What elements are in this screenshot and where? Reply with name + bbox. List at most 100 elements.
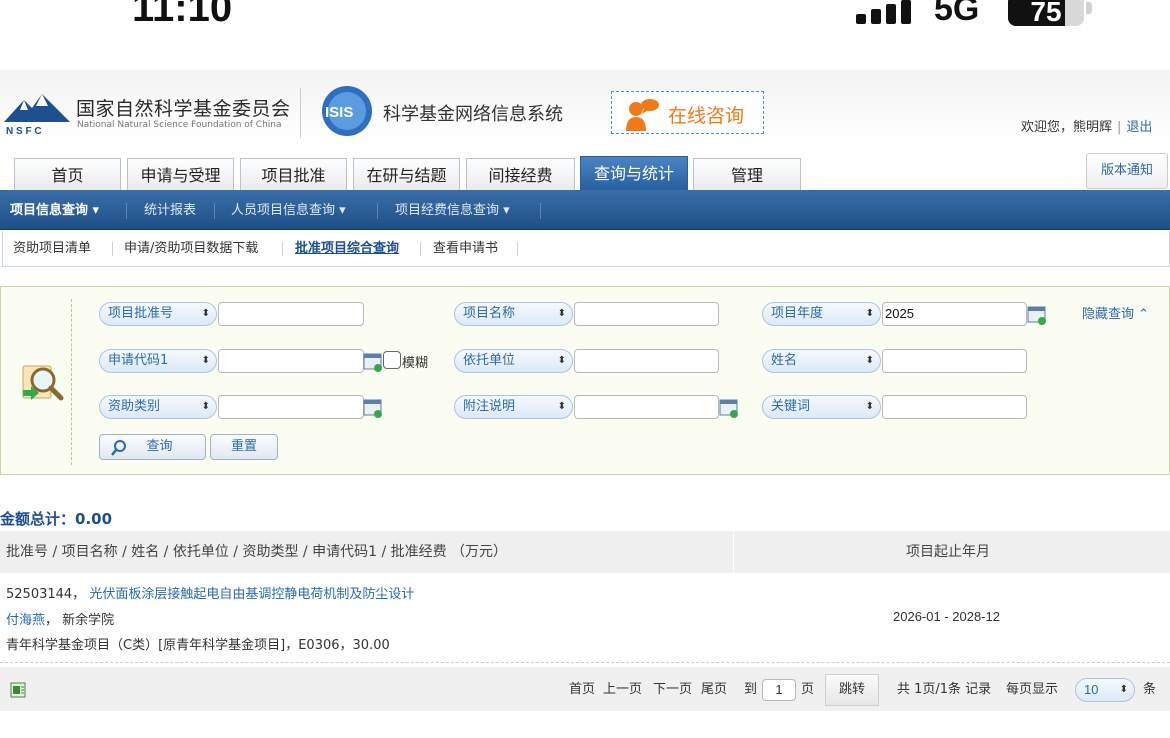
fuzzy-checkbox[interactable] [383,351,401,369]
updown-icon: ⬍ [865,355,874,366]
select-apply-code-label: 申请代码1 [108,353,169,368]
status-bar: 11:10 5G 75 [0,0,1170,70]
subnav-fund-query[interactable]: 项目经费信息查询 ▾ [395,190,510,230]
input-remark[interactable] [574,395,719,419]
subnav-person-query-label: 人员项目信息查询 [231,203,336,218]
calendar-picker-icon[interactable] [1027,305,1047,325]
page-number-input[interactable]: 1 [762,679,796,701]
input-grant-no[interactable] [218,302,364,326]
subnav-divider [126,203,127,219]
updown-icon: ⬍ [201,355,210,366]
select-project-year[interactable]: 项目年度 ⬍ [762,302,881,326]
input-keyword[interactable] [882,395,1027,419]
select-keyword[interactable]: 关键词 ⬍ [762,395,881,419]
subnav-project-query[interactable]: 项目信息查询 ▾ [10,190,99,230]
hide-query-link[interactable]: 隐藏查询 ⌃ [1082,303,1149,322]
reset-button[interactable]: 重置 [210,434,278,460]
person-link[interactable]: 付海燕 [6,613,45,628]
ssn-divider [517,242,518,256]
ssn-approved-query[interactable]: 批准项目综合查询 [295,231,399,267]
tab-query-stats[interactable]: 查询与统计 [580,156,688,190]
per-page-label: 每页显示 [1006,682,1059,697]
project-title-link[interactable]: 光伏面板涂层接触起电自由基调控静电荷机制及防尘设计 [89,587,414,602]
ssn-data-download[interactable]: 申请/资助项目数据下载 [124,231,258,267]
tab-manage[interactable]: 管理 [693,158,801,190]
input-apply-code[interactable] [218,349,364,373]
project-period: 2026-01 - 2028-12 [893,609,1000,624]
select-grant-no[interactable]: 项目批准号 ⬍ [99,302,217,326]
updown-icon: ⬍ [201,308,210,319]
updown-icon: ⬍ [1119,684,1128,695]
row-line-1: 52503144， 光伏面板涂层接触起电自由基调控静电荷机制及防尘设计 [6,583,414,602]
network-type: 5G [934,0,980,28]
select-apply-code[interactable]: 申请代码1 ⬍ [99,349,217,373]
input-project-year[interactable]: 2025 [882,302,1027,326]
status-time: 11:10 [132,0,233,30]
online-consult-button[interactable]: 在线咨询 [611,91,764,134]
column-header-period: 项目起止年月 [906,544,990,560]
code-picker-icon[interactable] [363,352,383,372]
column-header-main: 批准号 / 项目名称 / 姓名 / 依托单位 / 资助类型 / 申请代码1 / … [6,544,508,560]
record-summary: 共 1页/1条 记录 [897,682,992,697]
tab-research[interactable]: 在研与结题 [353,158,460,190]
per-page-unit: 条 [1143,682,1157,697]
remark-picker-icon[interactable] [719,398,739,418]
ssn-view-application[interactable]: 查看申请书 [433,231,498,267]
prev-page-link[interactable]: 上一页 [603,667,642,713]
updown-icon: ⬍ [557,308,566,319]
search-button[interactable]: 查询 [99,434,206,460]
goto-label: 到 [744,682,758,697]
input-project-name[interactable] [574,302,719,326]
input-institution[interactable] [574,349,719,373]
ssn-funded-list[interactable]: 资助项目清单 [13,231,91,267]
column-divider [733,531,734,573]
last-page-link[interactable]: 尾页 [701,667,727,713]
system-name: 科学基金网络信息系统 [383,104,563,125]
nsfc-logo-text: N S F C [6,126,42,136]
secondary-navigation: 资助项目清单 申请/资助项目数据下载 批准项目综合查询 查看申请书 [2,231,1170,267]
sub-navigation: 项目信息查询 ▾ 统计报表 人员项目信息查询 ▾ 项目经费信息查询 ▾ [0,190,1170,230]
tab-application[interactable]: 申请与受理 [127,158,234,190]
select-person-name[interactable]: 姓名 ⬍ [762,349,881,373]
online-consult-label: 在线咨询 [668,105,745,127]
type-picker-icon[interactable] [363,398,383,418]
org-name-en: National Natural Science Foundation of C… [77,120,282,130]
select-remark-label: 附注说明 [463,399,516,414]
table-row: 52503144， 光伏面板涂层接触起电自由基调控静电荷机制及防尘设计 付海燕，… [0,573,1170,663]
institution-name: ， 新余学院 [45,613,115,628]
excel-export-icon[interactable] [10,682,26,698]
select-institution[interactable]: 依托单位 ⬍ [454,349,573,373]
next-page-link[interactable]: 下一页 [653,667,692,713]
updown-icon: ⬍ [557,355,566,366]
select-project-name[interactable]: 项目名称 ⬍ [454,302,573,326]
jump-button[interactable]: 跳转 [825,674,879,706]
subnav-fund-query-label: 项目经费信息查询 [395,203,500,218]
input-person-name[interactable] [882,349,1027,373]
pagination-bar: 首页 上一页 下一页 尾页 到 1 页 跳转 共 1页/1条 记录 每页显示 1… [0,667,1170,711]
subnav-divider [540,203,541,219]
updown-icon: ⬍ [865,308,874,319]
logout-link[interactable]: 退出 [1126,120,1152,135]
per-page-value: 10 [1084,682,1099,697]
amount-total-label: 金额总计： [0,510,76,528]
select-institution-label: 依托单位 [463,353,516,368]
subnav-person-query[interactable]: 人员项目信息查询 ▾ [231,190,346,230]
select-remark[interactable]: 附注说明 ⬍ [454,395,573,419]
welcome-text: 欢迎您，熊明辉 [1021,120,1113,135]
tab-indirect-funds[interactable]: 间接经费 [466,158,575,190]
tab-home[interactable]: 首页 [14,158,121,190]
per-page-select[interactable]: 10 ⬍ [1075,678,1135,702]
tab-approval[interactable]: 项目批准 [240,158,347,190]
subnav-stats-report[interactable]: 统计报表 [144,190,196,230]
query-panel: 项目批准号 ⬍ 项目名称 ⬍ 项目年度 ⬍ 2025 隐藏查询 ⌃ 申请代码1 ⬍ 模糊… [0,286,1170,475]
amount-total-value: 0.00 [75,510,113,528]
first-page-link[interactable]: 首页 [569,667,595,713]
isis-logo-icon: ISIS [322,86,372,136]
org-name-cn: 国家自然科学基金委员会 [76,98,291,120]
subnav-divider [377,203,378,219]
select-funding-type[interactable]: 资助类别 ⬍ [99,395,217,419]
subnav-project-query-label: 项目信息查询 [10,203,89,218]
search-button-label: 查询 [146,439,173,454]
amount-total: 金额总计：0.00 [0,508,112,529]
input-funding-type[interactable] [218,395,364,419]
